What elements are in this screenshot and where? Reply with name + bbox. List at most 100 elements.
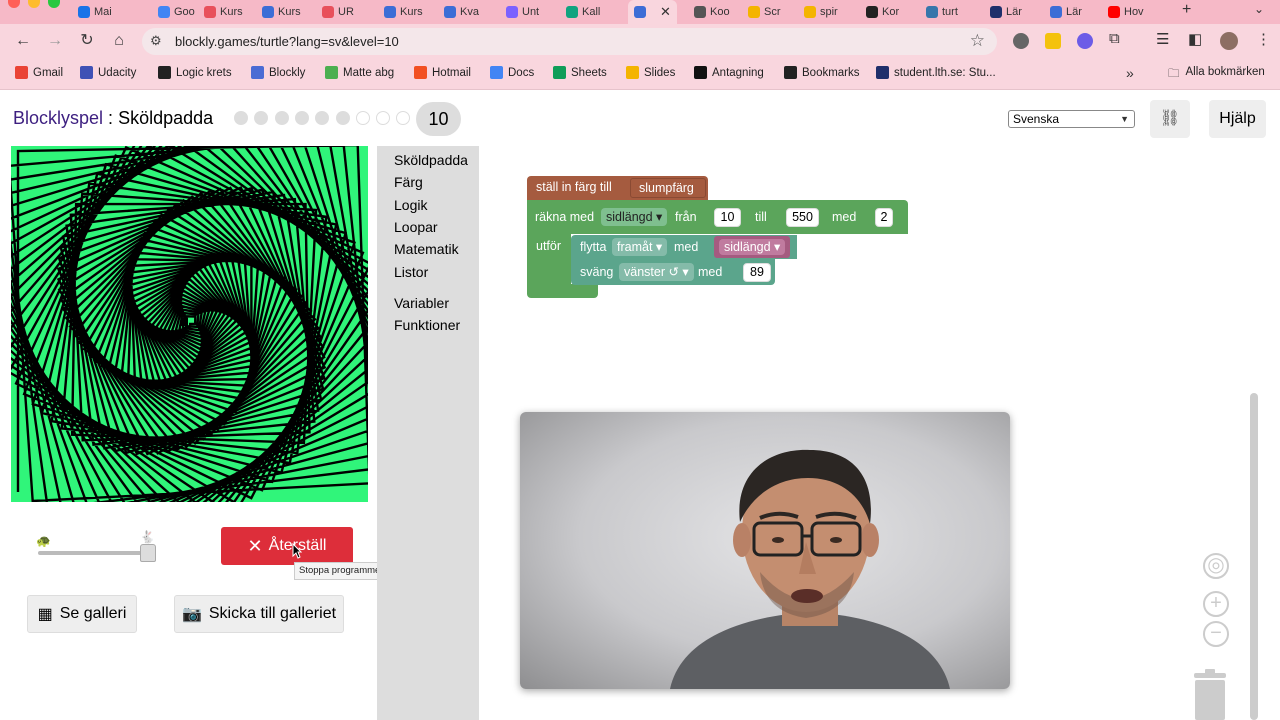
level-dot[interactable] bbox=[355, 111, 370, 125]
url-text[interactable]: blockly.games/turtle?lang=sv&level=10 bbox=[175, 34, 399, 49]
toolbox-category[interactable]: Funktioner bbox=[394, 317, 460, 333]
browser-tab[interactable]: Lär bbox=[1050, 0, 1082, 24]
toolbox-category[interactable]: Listor bbox=[394, 264, 428, 280]
reload-icon[interactable]: ↻ bbox=[76, 30, 98, 52]
language-select[interactable]: Svenska ▼ bbox=[1008, 110, 1135, 128]
level-dot[interactable] bbox=[396, 111, 411, 125]
bookmark-item[interactable]: Bookmarks bbox=[784, 66, 860, 79]
level-dot[interactable] bbox=[335, 111, 350, 125]
bookmark-item[interactable]: Slides bbox=[626, 66, 675, 79]
turn-block[interactable]: sväng vänster ↺ ▾ med 89 bbox=[571, 259, 775, 285]
all-bookmarks[interactable]: 🗀 Alla bokmärken bbox=[1168, 66, 1265, 85]
angle-input[interactable]: 89 bbox=[743, 263, 771, 282]
browser-tab[interactable]: Kall bbox=[566, 0, 600, 24]
bookmark-star-icon[interactable]: ☆ bbox=[970, 31, 985, 51]
browser-tab[interactable]: Kva bbox=[444, 0, 479, 24]
browser-tab[interactable]: Kurs bbox=[204, 0, 243, 24]
toolbox-category[interactable]: Färg bbox=[394, 174, 423, 190]
from-value-input[interactable]: 10 bbox=[714, 208, 741, 227]
level-dot[interactable] bbox=[234, 111, 248, 125]
to-value-input[interactable]: 550 bbox=[786, 208, 819, 227]
minimize-window-button[interactable] bbox=[28, 0, 40, 8]
forward-icon[interactable]: → bbox=[44, 30, 66, 52]
bookmark-item[interactable]: Sheets bbox=[553, 66, 607, 79]
bookmark-item[interactable]: Docs bbox=[490, 66, 534, 79]
random-color-block[interactable]: slumpfärg bbox=[630, 178, 706, 198]
puzzle-icon[interactable]: ⧉ bbox=[1109, 30, 1120, 47]
reset-button[interactable]: ✕ Återställ bbox=[221, 527, 353, 565]
trash-icon[interactable] bbox=[1191, 669, 1229, 720]
workspace-scrollbar[interactable] bbox=[1250, 393, 1258, 720]
close-tab-icon[interactable]: ✕ bbox=[660, 4, 671, 20]
set-color-block[interactable]: ställ in färg till slumpfärg bbox=[527, 176, 708, 200]
browser-tab[interactable]: UR bbox=[322, 0, 354, 24]
bookmark-item[interactable]: Logic krets bbox=[158, 66, 232, 79]
extension-icon[interactable] bbox=[1045, 33, 1061, 49]
bookmark-item[interactable]: Gmail bbox=[15, 66, 63, 79]
count-with-block[interactable]: räkna med sidlängd ▾ från 10 till 550 me… bbox=[527, 200, 908, 234]
recenter-icon[interactable]: ◎ bbox=[1203, 553, 1229, 579]
bookmark-item[interactable]: Hotmail bbox=[414, 66, 471, 79]
help-button[interactable]: Hjälp bbox=[1209, 100, 1266, 138]
level-dot[interactable] bbox=[294, 111, 309, 125]
home-icon[interactable]: ⌂ bbox=[108, 30, 130, 52]
variable-dropdown[interactable]: sidlängd ▾ bbox=[601, 208, 668, 226]
direction-dropdown[interactable]: framåt ▾ bbox=[612, 238, 668, 256]
browser-tab[interactable]: ✕ bbox=[628, 0, 677, 24]
zoom-in-icon[interactable]: + bbox=[1203, 591, 1229, 617]
toolbox-category[interactable]: Sköldpadda bbox=[394, 152, 468, 168]
slider-thumb[interactable] bbox=[140, 544, 156, 562]
menu-icon[interactable]: ⋮ bbox=[1256, 30, 1271, 48]
slider-track[interactable] bbox=[38, 551, 156, 555]
side-panel-icon[interactable]: ◧ bbox=[1188, 30, 1202, 48]
bookmark-item[interactable]: Udacity bbox=[80, 66, 136, 79]
browser-tab[interactable]: Mai bbox=[78, 0, 112, 24]
browser-tab[interactable]: Hov bbox=[1108, 0, 1144, 24]
site-settings-icon[interactable]: ⚙ bbox=[150, 33, 162, 49]
variable-get-block[interactable]: sidlängd ▾ bbox=[714, 236, 791, 258]
current-level-badge[interactable]: 10 bbox=[416, 102, 461, 136]
extension-icon[interactable] bbox=[1013, 33, 1029, 49]
level-dot[interactable] bbox=[254, 111, 269, 125]
browser-tab[interactable]: Scr bbox=[748, 0, 781, 24]
browser-tab[interactable]: Lär bbox=[990, 0, 1022, 24]
browser-tab[interactable]: turt bbox=[926, 0, 958, 24]
more-bookmarks-icon[interactable]: » bbox=[1126, 65, 1134, 81]
move-block[interactable]: flytta framåt ▾ med sidlängd ▾ bbox=[571, 235, 797, 259]
bookmark-item[interactable]: Antagning bbox=[694, 66, 764, 79]
browser-tab[interactable]: Kor bbox=[866, 0, 899, 24]
extension-icon[interactable] bbox=[1077, 33, 1093, 49]
bookmark-item[interactable]: Matte abg bbox=[325, 66, 394, 79]
browser-tab[interactable]: Unt bbox=[506, 0, 539, 24]
browser-tab[interactable]: Kurs bbox=[262, 0, 301, 24]
close-window-button[interactable] bbox=[8, 0, 20, 8]
by-value-input[interactable]: 2 bbox=[875, 208, 893, 227]
toolbox-category[interactable]: Matematik bbox=[394, 241, 459, 257]
level-dot[interactable] bbox=[376, 111, 391, 125]
submit-gallery-button[interactable]: 📷 Skicka till galleriet bbox=[174, 595, 344, 633]
level-dot[interactable] bbox=[274, 111, 289, 125]
see-gallery-button[interactable]: ▦ Se galleri bbox=[27, 595, 137, 633]
browser-tab[interactable]: Kurs bbox=[384, 0, 423, 24]
toolbox-category[interactable]: Variabler bbox=[394, 295, 449, 311]
link-button[interactable]: ⛓ bbox=[1150, 100, 1190, 138]
zoom-out-icon[interactable]: − bbox=[1203, 621, 1229, 647]
brand-link[interactable]: Blocklyspel bbox=[13, 108, 103, 128]
tab-search-icon[interactable]: ⌄ bbox=[1254, 0, 1264, 18]
speed-slider[interactable]: 🐢 🐇 bbox=[36, 530, 160, 562]
bookmark-item[interactable]: student.lth.se: Stu... bbox=[876, 66, 996, 79]
profile-avatar[interactable] bbox=[1220, 32, 1238, 50]
toolbox-category[interactable]: Loopar bbox=[394, 219, 438, 235]
address-bar[interactable]: ⚙ blockly.games/turtle?lang=sv&level=10 … bbox=[142, 28, 997, 55]
turn-direction-dropdown[interactable]: vänster ↺ ▾ bbox=[619, 263, 694, 281]
browser-tab[interactable]: Koo bbox=[694, 0, 730, 24]
reading-list-icon[interactable]: ☰ bbox=[1156, 30, 1169, 48]
level-dot[interactable] bbox=[315, 111, 330, 125]
toolbox-category[interactable]: Logik bbox=[394, 197, 427, 213]
bookmark-item[interactable]: Blockly bbox=[251, 66, 305, 79]
browser-tab[interactable]: spir bbox=[804, 0, 838, 24]
browser-tab[interactable]: Goo bbox=[158, 0, 195, 24]
new-tab-button[interactable]: + bbox=[1182, 0, 1191, 20]
back-icon[interactable]: ← bbox=[12, 30, 34, 52]
zoom-window-button[interactable] bbox=[48, 0, 60, 8]
